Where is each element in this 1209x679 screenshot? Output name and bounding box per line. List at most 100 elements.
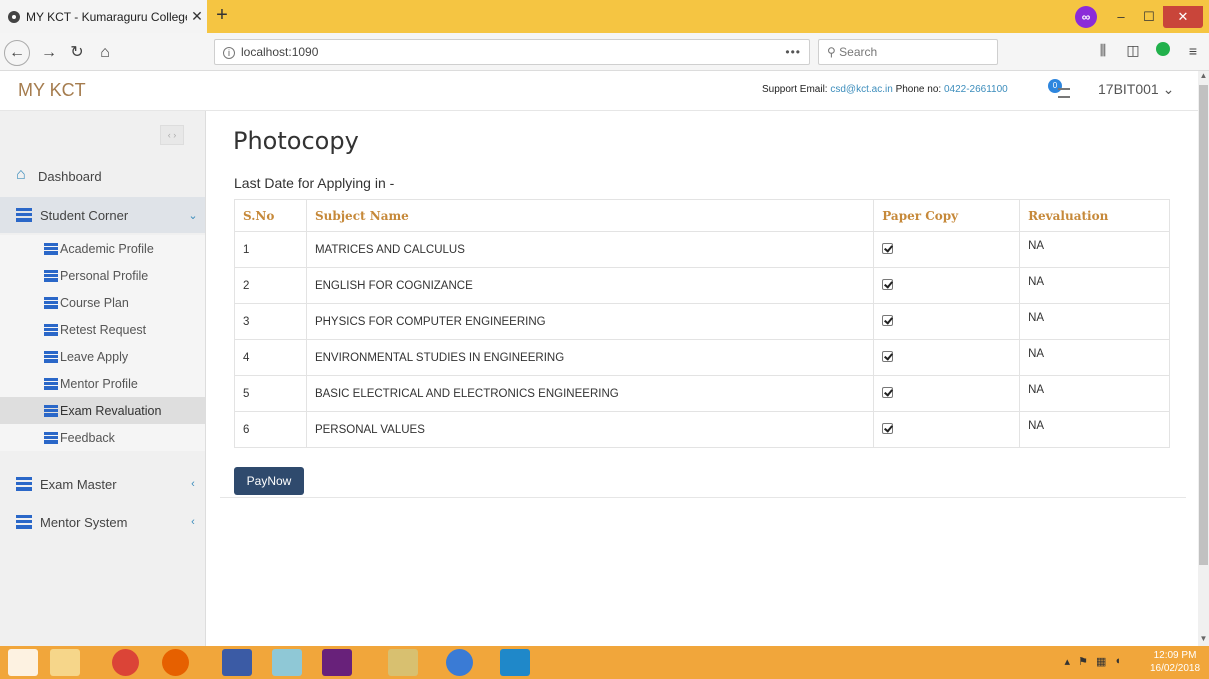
sidebar-item-label: Feedback	[60, 430, 115, 445]
minimize-button[interactable]: –	[1107, 6, 1135, 28]
last-date-label: Last Date for Applying in -	[234, 175, 395, 191]
url-text: localhost:1090	[241, 45, 319, 59]
list-icon	[16, 477, 32, 491]
sidebar-collapse-toggle[interactable]: ‹ ›	[160, 125, 184, 145]
list-icon	[16, 208, 32, 222]
sidebar-item-retest-request[interactable]: Retest Request	[0, 316, 205, 343]
table-row: 1 MATRICES AND CALCULUS NA	[234, 231, 1170, 268]
sidebar-item-label: Exam Master	[40, 476, 117, 492]
sidebar-item-label: Retest Request	[60, 322, 147, 337]
paper-copy-checkbox[interactable]	[882, 278, 894, 290]
sidebar-item-academic-profile[interactable]: Academic Profile	[0, 235, 205, 262]
paper-copy-checkbox[interactable]	[882, 242, 894, 254]
cell-paper-copy	[873, 303, 1021, 340]
list-icon	[44, 404, 58, 417]
paper-copy-checkbox[interactable]	[882, 314, 894, 326]
list-icon	[16, 515, 32, 529]
sidebar-item-leave-apply[interactable]: Leave Apply	[0, 343, 205, 370]
sql-tool-icon[interactable]	[388, 649, 418, 676]
new-tab-button[interactable]: +	[210, 4, 234, 28]
paper-copy-checkbox[interactable]	[882, 350, 894, 362]
telegram-icon[interactable]	[446, 649, 473, 676]
brand-logo[interactable]: MY KCT	[18, 80, 86, 101]
sidebar-item-dashboard[interactable]: Dashboard	[0, 158, 205, 194]
sidebar-item-feedback[interactable]: Feedback	[0, 424, 205, 451]
maximize-button[interactable]: ☐	[1135, 6, 1163, 28]
chevron-down-icon: ⌄	[188, 209, 198, 222]
firefox-icon[interactable]	[162, 649, 189, 676]
sidebar-item-mentor-profile[interactable]: Mentor Profile	[0, 370, 205, 397]
scrollbar-thumb[interactable]	[1199, 85, 1208, 565]
page-actions-icon[interactable]: •••	[785, 40, 801, 64]
support-info: Support Email: csd@kct.ac.in Phone no: 0…	[762, 84, 1008, 95]
cell-subject: PHYSICS FOR COMPUTER ENGINEERING	[305, 303, 875, 340]
cell-sno: 5	[234, 375, 307, 412]
cell-paper-copy	[873, 375, 1021, 412]
cell-subject: BASIC ELECTRICAL AND ELECTRONICS ENGINEE…	[305, 375, 875, 412]
back-icon[interactable]: ←	[4, 40, 30, 66]
cell-subject: ENGLISH FOR COGNIZANCE	[305, 267, 875, 304]
cell-paper-copy	[873, 231, 1021, 268]
reload-icon[interactable]: ↻	[64, 40, 90, 66]
browser-tab[interactable]: MY KCT - Kumaraguru College ✕	[0, 0, 207, 33]
list-icon	[44, 296, 58, 309]
sidebar-item-course-plan[interactable]: Course Plan	[0, 289, 205, 316]
cell-paper-copy	[873, 339, 1021, 376]
info-icon[interactable]: i	[223, 47, 235, 59]
list-icon	[44, 242, 58, 255]
app-icon[interactable]	[272, 649, 302, 676]
forward-icon[interactable]: →	[36, 40, 62, 66]
menu-icon[interactable]: ≡	[1183, 43, 1203, 59]
pay-now-button[interactable]: PayNow	[234, 467, 304, 495]
sidebar-item-mentor-system[interactable]: Mentor System ‹	[0, 504, 205, 540]
tab-close-icon[interactable]: ✕	[187, 8, 207, 25]
paper-copy-checkbox[interactable]	[882, 422, 894, 434]
extension-icon[interactable]	[1153, 42, 1173, 59]
url-input[interactable]: i localhost:1090 •••	[214, 39, 810, 65]
table-row: 5 BASIC ELECTRICAL AND ELECTRONICS ENGIN…	[234, 375, 1170, 412]
close-window-button[interactable]: ✕	[1163, 5, 1203, 28]
notification-icon[interactable]: 0	[1048, 79, 1074, 103]
cell-subject: PERSONAL VALUES	[305, 411, 875, 448]
list-icon	[44, 377, 58, 390]
notification-list-icon	[1058, 88, 1070, 98]
visual-studio-icon[interactable]	[322, 649, 352, 676]
sidebar-item-personal-profile[interactable]: Personal Profile	[0, 262, 205, 289]
sidebar-item-label: Leave Apply	[60, 349, 129, 364]
library-icon[interactable]: ⫼	[1093, 42, 1113, 59]
app-switch-icon[interactable]	[500, 649, 530, 676]
sidebar-item-exam-master[interactable]: Exam Master ‹	[0, 466, 205, 502]
scroll-up-icon[interactable]: ▲	[1198, 71, 1209, 83]
phone-link[interactable]: 0422-2661100	[944, 84, 1008, 95]
tray-expand-icon[interactable]: ▴	[1065, 655, 1071, 668]
main-content: Photocopy Last Date for Applying in - S.…	[220, 111, 1186, 498]
remote-desktop-icon[interactable]	[222, 649, 252, 676]
volume-icon[interactable]: ◖	[1114, 655, 1121, 668]
sidebar-item-label: Mentor System	[40, 514, 128, 530]
sidebar-item-label: Personal Profile	[60, 268, 149, 283]
user-menu[interactable]: 17BIT001 ⌄	[1098, 81, 1174, 98]
system-clock[interactable]: 12:09 PM 16/02/2018	[1147, 649, 1203, 675]
chevron-left-icon: ‹	[191, 516, 195, 528]
sidebar-item-student-corner[interactable]: Student Corner ⌄	[0, 197, 205, 233]
scroll-down-icon[interactable]: ▼	[1198, 634, 1209, 646]
support-email-link[interactable]: csd@kct.ac.in	[830, 84, 892, 95]
file-explorer-icon[interactable]	[50, 649, 80, 676]
home-icon[interactable]: ⌂	[92, 40, 118, 66]
flag-icon[interactable]: ⚑	[1078, 655, 1088, 668]
page-scrollbar[interactable]: ▲ ▼	[1198, 71, 1209, 646]
list-icon	[44, 431, 58, 444]
sidebar-item-label: Exam Revaluation	[60, 403, 162, 418]
sidebar-item-exam-revaluation[interactable]: Exam Revaluation	[0, 397, 205, 424]
chrome-icon[interactable]	[112, 649, 139, 676]
window-controls: ∞ – ☐ ✕	[1075, 0, 1209, 33]
paper-copy-checkbox[interactable]	[882, 386, 894, 398]
column-header-revaluation: Revaluation	[1019, 199, 1170, 232]
revaluation-table: S.No Subject Name Paper Copy Revaluation…	[234, 199, 1170, 448]
windows-start-icon[interactable]	[8, 649, 38, 676]
network-icon[interactable]: ▦	[1096, 655, 1106, 668]
windows-taskbar: ▴ ⚑ ▦ ◖ 12:09 PM 16/02/2018	[0, 646, 1209, 679]
search-input[interactable]: ⚲ Search	[818, 39, 998, 65]
sidebar-toggle-icon[interactable]: ◫	[1123, 42, 1143, 59]
table-header-row: S.No Subject Name Paper Copy Revaluation	[234, 199, 1170, 232]
